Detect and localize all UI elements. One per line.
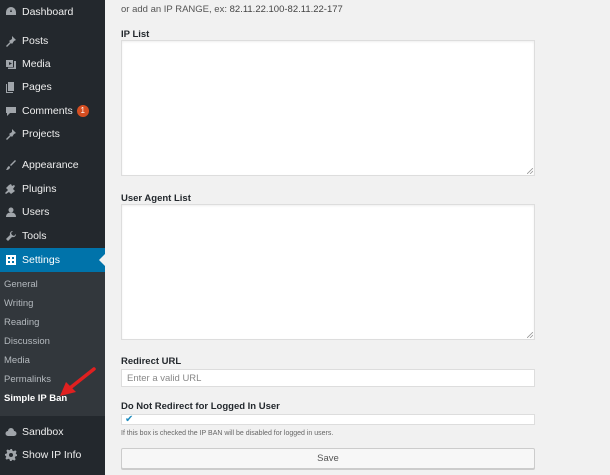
- sidebar-item-users[interactable]: Users: [0, 200, 105, 224]
- sidebar-item-label: Projects: [22, 128, 60, 140]
- hint-example: 82.11.22.100-82.11.22-177: [229, 4, 343, 15]
- sidebar-item-settings[interactable]: Settings: [0, 248, 105, 272]
- sidebar-item-tools[interactable]: Tools: [0, 224, 105, 248]
- submenu-item-writing[interactable]: Writing: [4, 298, 33, 309]
- sidebar-item-label: Settings: [22, 254, 60, 266]
- sidebar-item-plugins[interactable]: Plugins: [0, 177, 105, 201]
- resize-handle-icon[interactable]: [527, 168, 533, 174]
- submenu-item-reading[interactable]: Reading: [4, 317, 39, 328]
- sidebar-item-label: Tools: [22, 230, 47, 242]
- settings-icon: [4, 254, 17, 267]
- admin-sidebar: Dashboard Posts Media Pages Comments 1 P…: [0, 0, 105, 475]
- submenu-item-discussion[interactable]: Discussion: [4, 336, 50, 347]
- media-icon: [4, 58, 17, 71]
- dashboard-icon: [4, 6, 17, 19]
- annotation-arrow-icon: [60, 367, 96, 396]
- sidebar-item-pages[interactable]: Pages: [0, 75, 105, 99]
- no-redirect-checkbox[interactable]: ✔: [121, 414, 535, 425]
- plugin-icon: [4, 183, 17, 196]
- checkmark-icon: ✔: [125, 414, 134, 425]
- sidebar-item-label: Dashboard: [22, 6, 74, 18]
- sidebar-item-projects[interactable]: Projects: [0, 122, 105, 146]
- brush-icon: [4, 159, 17, 172]
- user-agent-list-textarea[interactable]: [121, 204, 535, 340]
- comment-count-badge: 1: [76, 105, 89, 117]
- sidebar-item-label: Pages: [22, 81, 52, 93]
- checkbox-description: If this box is checked the IP BAN will b…: [121, 430, 334, 437]
- hint-prefix: or add an IP RANGE, ex:: [121, 4, 227, 15]
- sidebar-item-comments[interactable]: Comments 1: [0, 99, 105, 123]
- wrench-icon: [4, 230, 17, 243]
- save-button[interactable]: Save: [121, 448, 535, 469]
- submenu-item-media[interactable]: Media: [4, 355, 30, 366]
- pages-icon: [4, 81, 17, 94]
- sidebar-item-media[interactable]: Media: [0, 52, 105, 76]
- redirect-url-input[interactable]: [121, 369, 535, 387]
- sidebar-item-label: Appearance: [22, 159, 79, 171]
- no-redirect-label: Do Not Redirect for Logged In User: [121, 401, 280, 412]
- redirect-url-label: Redirect URL: [121, 356, 182, 367]
- user-icon: [4, 206, 17, 219]
- comment-icon: [4, 105, 17, 118]
- ip-range-hint: or add an IP RANGE, ex: 82.11.22.100-82.…: [121, 4, 343, 15]
- ip-list-textarea[interactable]: [121, 40, 535, 176]
- sidebar-item-label: Users: [22, 206, 50, 218]
- sidebar-item-appearance[interactable]: Appearance: [0, 153, 105, 177]
- sidebar-item-sandbox[interactable]: Sandbox: [0, 420, 105, 444]
- submenu-item-permalinks[interactable]: Permalinks: [4, 374, 51, 385]
- submenu-item-general[interactable]: General: [4, 279, 38, 290]
- sidebar-item-label: Plugins: [22, 183, 57, 195]
- user-agent-list-label: User Agent List: [121, 193, 191, 204]
- sidebar-item-label: Show IP Info: [22, 449, 82, 461]
- sidebar-item-show-ip-info[interactable]: Show IP Info: [0, 443, 105, 467]
- sidebar-item-label: Media: [22, 58, 51, 70]
- gear-icon: [4, 449, 17, 462]
- settings-content: or add an IP RANGE, ex: 82.11.22.100-82.…: [105, 0, 610, 475]
- sidebar-item-dashboard[interactable]: Dashboard: [0, 0, 105, 24]
- sidebar-item-posts[interactable]: Posts: [0, 29, 105, 53]
- sidebar-item-label[interactable]: Sandbox: [22, 426, 63, 438]
- pin-icon: [4, 35, 17, 48]
- sidebar-item-label: Comments: [22, 105, 73, 117]
- ip-list-label: IP List: [121, 29, 150, 40]
- sidebar-item-label: Posts: [22, 35, 49, 47]
- resize-handle-icon[interactable]: [527, 332, 533, 338]
- pin-icon: [4, 128, 17, 141]
- cloud-icon: [4, 426, 17, 439]
